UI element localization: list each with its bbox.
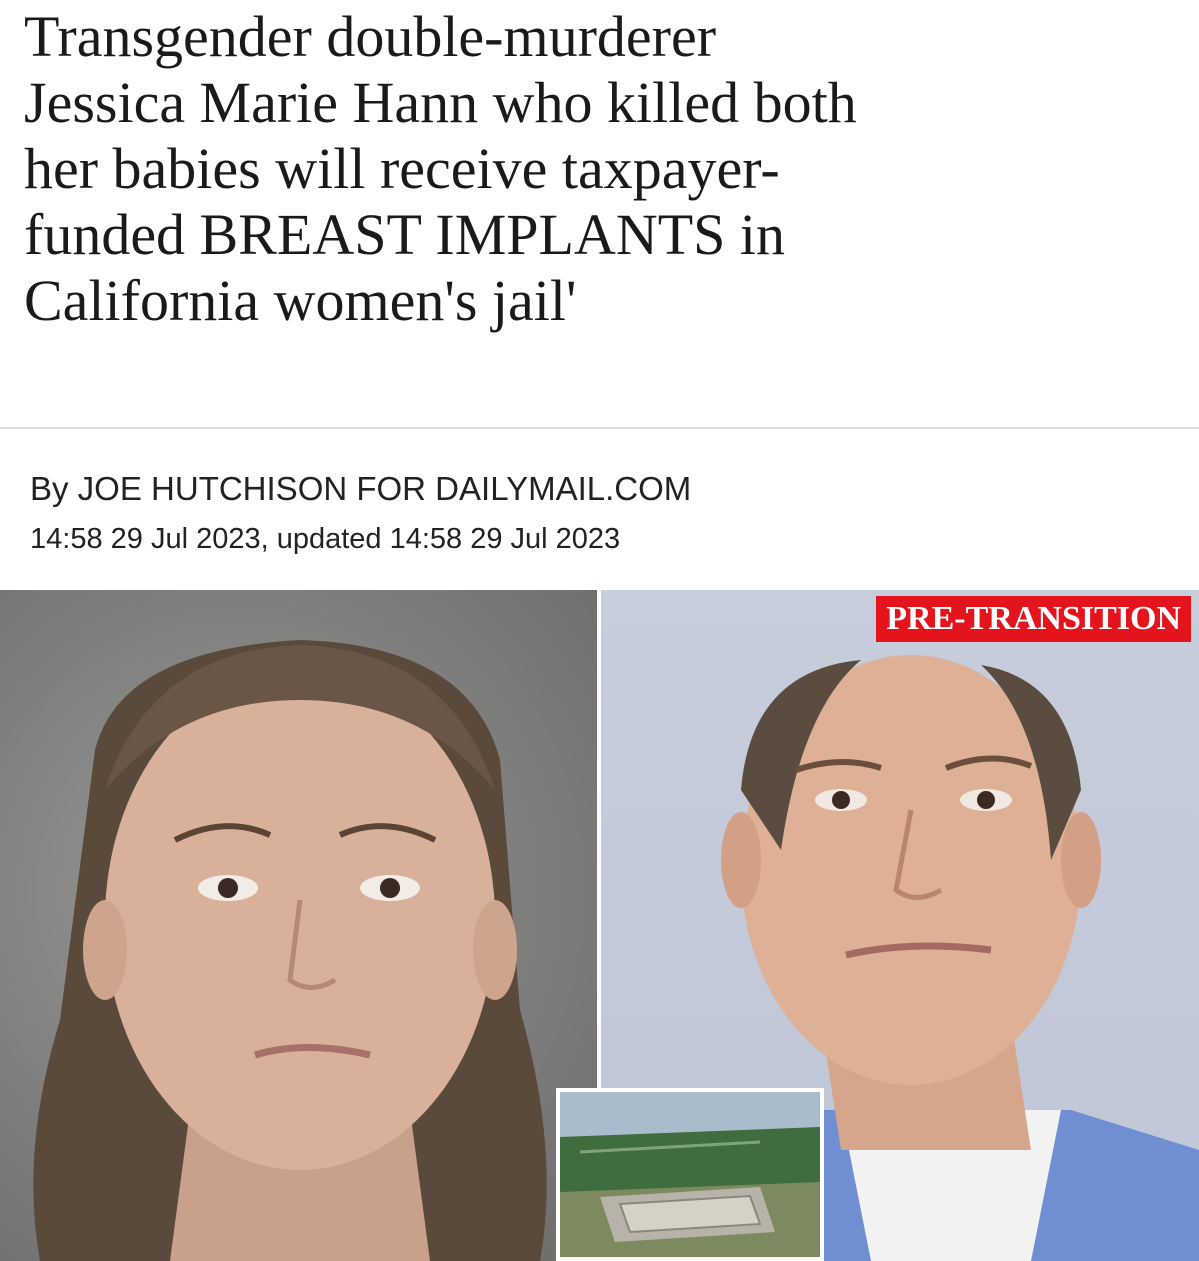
mugshot-left[interactable] xyxy=(0,590,597,1261)
headline-line: Transgender double-murderer xyxy=(24,4,717,69)
publish-dateline: 14:58 29 Jul 2023, updated 14:58 29 Jul … xyxy=(30,523,621,555)
headline-line: California women's jail' xyxy=(24,268,577,333)
headline-line: Jessica Marie Hann who killed both xyxy=(24,70,857,135)
headline-line: funded BREAST IMPLANTS in xyxy=(24,202,786,267)
divider-rule xyxy=(0,427,1199,429)
photo-collage: PRE-TRANSITION xyxy=(0,590,1199,1261)
prison-aerial-inset[interactable] xyxy=(556,1088,824,1261)
author-byline[interactable]: By JOE HUTCHISON FOR DAILYMAIL.COM xyxy=(30,470,691,508)
article-headline: Transgender double-murderer Jessica Mari… xyxy=(24,4,1174,334)
headline-line: her babies will receive taxpayer- xyxy=(24,136,780,201)
pre-transition-badge: PRE-TRANSITION xyxy=(876,596,1191,642)
